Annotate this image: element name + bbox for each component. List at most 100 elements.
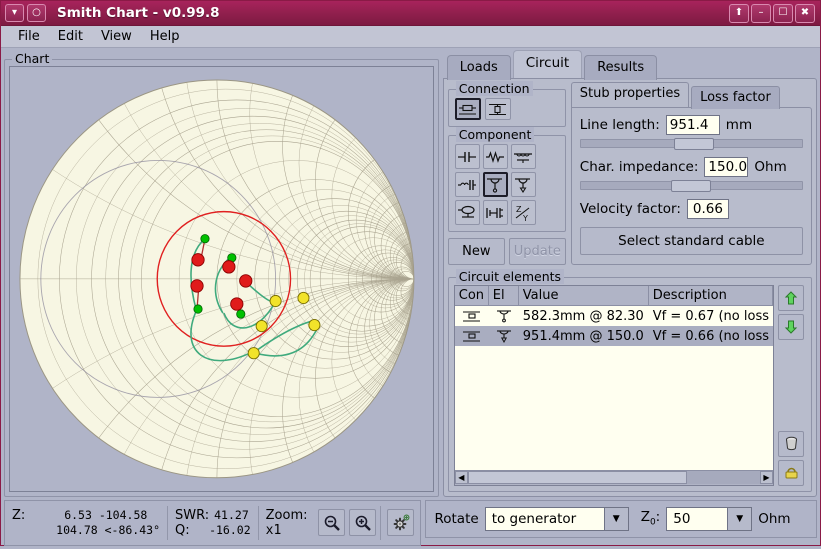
window-menu-button[interactable]: ▾: [5, 4, 24, 22]
char-impedance-field: Char. impedance: 150.0 Ohm: [580, 157, 803, 177]
zoom-buttons: [314, 509, 380, 537]
scroll-right-arrow[interactable]: ▶: [760, 471, 773, 485]
app-window: ▾ ○ Smith Chart - v0.99.8 ⬆ – ☐ ✖ File E…: [0, 0, 821, 546]
rotate-direction-value: to generator: [485, 507, 604, 530]
velocity-factor-input[interactable]: 0.66: [686, 199, 729, 219]
z-value-polar: 104.78 <-86.43°: [56, 523, 160, 538]
z-value-rect: 6.53 -104.58: [64, 508, 148, 523]
circuit-tab-panel: Connection Component Z Y New Update Stub…: [442, 78, 817, 497]
new-button[interactable]: New: [447, 238, 505, 265]
row-element-icon-open-stub: [489, 308, 519, 324]
column-header-el[interactable]: El: [488, 286, 519, 305]
row-element-icon-shorted-stub: [489, 328, 519, 344]
column-header-value[interactable]: Value: [518, 286, 649, 305]
open-stub-icon[interactable]: [482, 172, 508, 197]
menu-edit[interactable]: Edit: [49, 27, 92, 46]
ohm-label: Ohm: [758, 510, 791, 527]
scroll-track[interactable]: [467, 471, 760, 485]
inductor-icon[interactable]: [510, 144, 536, 169]
left-column: Chart: [4, 51, 439, 497]
char-impedance-slider[interactable]: [579, 180, 803, 192]
line-length-input[interactable]: 951.4: [665, 115, 720, 135]
column-header-con[interactable]: Con: [454, 286, 489, 305]
transmission-line-icon[interactable]: [454, 200, 480, 225]
zoom-readout: Zoom: x1: [259, 501, 315, 545]
q-label: Q:: [175, 522, 190, 538]
move-down-icon[interactable]: [778, 314, 804, 340]
velocity-factor-label: Velocity factor:: [579, 201, 681, 217]
transformer-icon[interactable]: [454, 172, 480, 197]
capacitor-icon[interactable]: [454, 144, 480, 169]
move-up-icon[interactable]: [778, 285, 804, 311]
z0-select[interactable]: 50 ▼: [666, 506, 753, 531]
rotate-label: Rotate: [434, 510, 479, 527]
close-button[interactable]: ✖: [795, 4, 815, 23]
main-body: Chart Loads Circuit Results Connection C…: [1, 48, 820, 500]
chevron-down-icon[interactable]: ▼: [727, 507, 752, 530]
circuit-elements-side-buttons: [778, 285, 806, 486]
maximize-button[interactable]: ☐: [773, 4, 793, 23]
swr-label: SWR:: [175, 507, 210, 523]
chart-group: Chart: [4, 51, 439, 497]
bottom-bar: Rotate to generator ▼ Z0: 50 ▼ Ohm: [425, 499, 817, 538]
update-button[interactable]: Update: [508, 238, 566, 265]
line-length-slider-thumb[interactable]: [673, 138, 714, 150]
menu-view[interactable]: View: [92, 27, 141, 46]
char-impedance-unit: Ohm: [754, 159, 787, 175]
circuit-elements-legend: Circuit elements: [455, 269, 565, 284]
scroll-thumb[interactable]: [467, 471, 687, 485]
zoom-label: Zoom:: [265, 507, 308, 523]
line-length-slider[interactable]: [579, 138, 803, 150]
series-connection-icon[interactable]: [454, 98, 481, 120]
select-standard-cable-button[interactable]: Select standard cable: [579, 227, 803, 255]
tab-loss-factor[interactable]: Loss factor: [691, 86, 780, 109]
row-value: 951.4mm @ 150.0: [522, 328, 644, 344]
svg-text:Y: Y: [522, 214, 528, 222]
zoom-value: x1: [265, 522, 282, 538]
zoom-in-icon[interactable]: [349, 509, 377, 537]
table-row[interactable]: 951.4mm @ 150.0 Vf = 0.66 (no loss: [454, 326, 773, 346]
char-impedance-slider-thumb[interactable]: [671, 180, 712, 192]
settings-gear-icon[interactable]: [387, 509, 415, 537]
smith-chart-canvas[interactable]: [9, 66, 434, 492]
menu-file[interactable]: File: [9, 27, 49, 46]
zoom-out-icon[interactable]: [318, 509, 346, 537]
action-button-row: New Update: [447, 238, 566, 265]
circuit-elements-table: Con El Value Description 582.3mm @ 82.30…: [453, 285, 774, 486]
line-length-unit: mm: [725, 117, 753, 133]
shunt-connection-icon[interactable]: [484, 98, 511, 120]
chevron-down-icon[interactable]: ▼: [603, 507, 628, 530]
scroll-left-arrow[interactable]: ◀: [454, 471, 468, 485]
tab-loads[interactable]: Loads: [446, 55, 511, 80]
menu-help[interactable]: Help: [141, 27, 189, 46]
char-impedance-input[interactable]: 150.0: [704, 157, 749, 177]
minimize-button[interactable]: –: [751, 4, 771, 23]
impedance-step-icon[interactable]: [482, 200, 508, 225]
main-tab-bar: Loads Circuit Results: [443, 50, 817, 80]
impedance-readout: Z: 6.53 -104.58 104.78 <-86.43°: [5, 501, 167, 545]
settings-button-wrap: [381, 509, 420, 537]
right-column: Loads Circuit Results Connection Compone…: [442, 50, 817, 497]
shade-button[interactable]: ⬆: [729, 4, 749, 23]
circuit-top-row: Connection Component Z Y New Update Stub…: [447, 81, 812, 265]
table-horizontal-scrollbar[interactable]: ◀ ▶: [454, 469, 773, 485]
tab-stub-properties[interactable]: Stub properties: [570, 82, 690, 107]
z-over-y-icon[interactable]: ZY: [510, 200, 536, 225]
table-header-row: Con El Value Description: [454, 286, 773, 306]
tab-results[interactable]: Results: [584, 55, 658, 80]
rotate-direction-select[interactable]: to generator ▼: [484, 506, 629, 531]
column-header-description[interactable]: Description: [648, 286, 773, 305]
lock-icon[interactable]: [778, 459, 804, 486]
table-row[interactable]: 582.3mm @ 82.30 Vf = 0.67 (no loss: [455, 306, 773, 326]
stub-properties-section: Stub properties Loss factor Line length:…: [570, 82, 812, 265]
row-description: Vf = 0.66 (no loss: [652, 328, 769, 344]
svg-text:Z: Z: [516, 205, 522, 214]
app-icon-button[interactable]: ○: [27, 4, 46, 22]
title-bar: ▾ ○ Smith Chart - v0.99.8 ⬆ – ☐ ✖: [1, 1, 820, 26]
row-value: 582.3mm @ 82.30: [522, 308, 644, 324]
resistor-icon[interactable]: [482, 144, 508, 169]
delete-icon[interactable]: [778, 430, 804, 457]
chart-group-legend: Chart: [12, 51, 53, 66]
shorted-stub-icon[interactable]: [510, 172, 536, 197]
tab-circuit[interactable]: Circuit: [512, 50, 583, 78]
